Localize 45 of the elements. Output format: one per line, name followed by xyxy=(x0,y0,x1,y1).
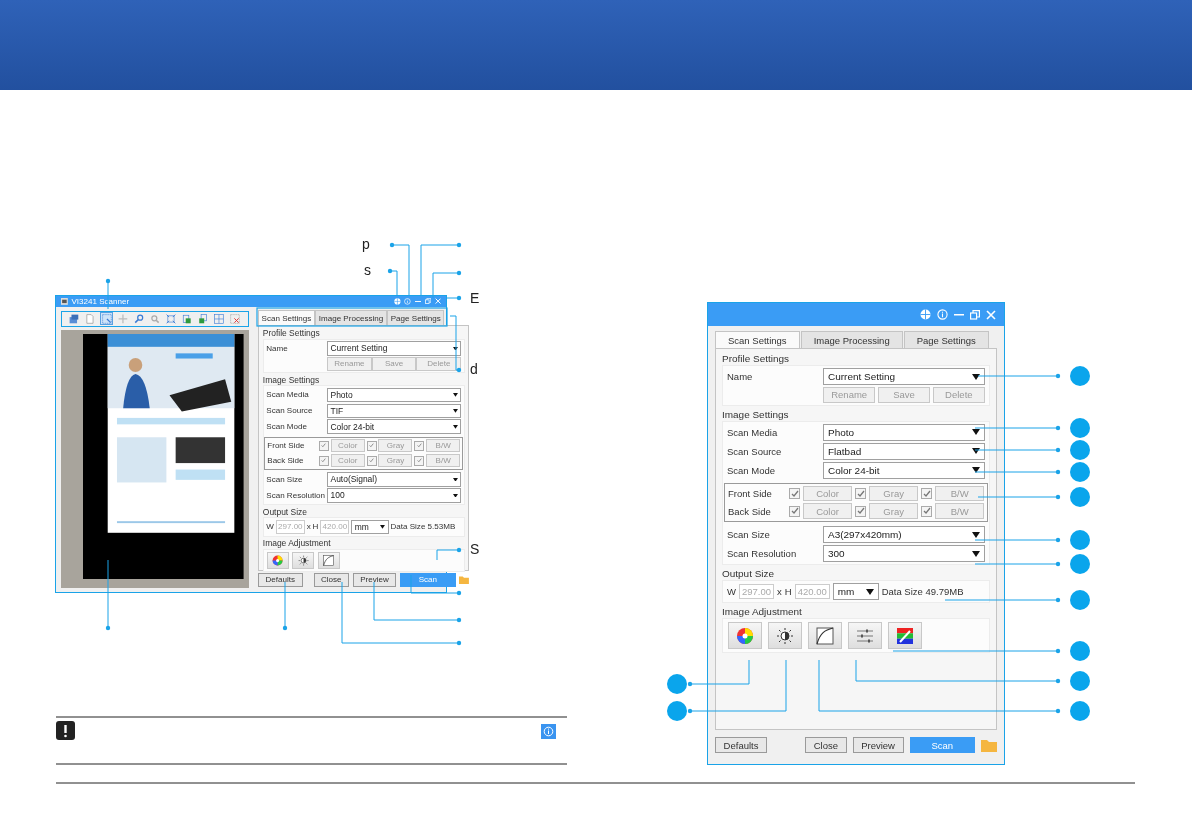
dropdown[interactable]: Photo xyxy=(327,387,462,403)
callout-letter: p xyxy=(362,237,370,251)
field-label: H xyxy=(784,586,792,598)
dropdown[interactable]: Auto(Signal) xyxy=(327,472,462,487)
times-label: x xyxy=(777,586,782,598)
group-title: Image Settings xyxy=(722,408,790,420)
field-label: Name xyxy=(727,371,754,383)
profile-dropdown[interactable]: Current Setting xyxy=(327,341,462,356)
profile-dropdown[interactable]: Current Setting xyxy=(823,368,985,386)
field-label: Scan Size xyxy=(727,529,771,541)
dropdown[interactable]: Color 24-bit xyxy=(823,461,985,479)
dropdown[interactable]: Color 24-bit xyxy=(327,419,462,435)
dropdown[interactable]: 100 xyxy=(327,488,462,503)
group-title: Image Adjustment xyxy=(722,606,803,618)
group-title: Profile Settings xyxy=(722,353,791,365)
tab[interactable]: Scan Settings xyxy=(715,331,800,349)
group-title: Image Settings xyxy=(262,374,321,385)
callout-letter: S xyxy=(470,542,480,556)
field-label: Back Side xyxy=(728,505,772,517)
data-size-text: Data Size 49.79MB xyxy=(881,586,964,598)
field-label: Scan Mode xyxy=(727,464,777,476)
dropdown[interactable]: A3(297x420mm) xyxy=(823,526,985,544)
dropdown[interactable]: Flatbad xyxy=(823,442,985,460)
group-title: Output Size xyxy=(262,506,308,517)
callout-letter: s xyxy=(364,263,371,277)
dropdown[interactable]: TIF xyxy=(327,403,462,419)
group-title: Profile Settings xyxy=(262,328,321,339)
callout-letter: E xyxy=(470,291,480,305)
field-label: W xyxy=(727,586,736,598)
footer-button[interactable]: Close xyxy=(805,736,847,754)
group-title: Output Size xyxy=(722,568,776,580)
field-label: Scan Source xyxy=(727,445,783,457)
callout-letter: d xyxy=(470,362,478,376)
tab[interactable]: Page Settings xyxy=(903,331,989,349)
field-label: Scan Media xyxy=(727,426,779,438)
dropdown[interactable]: Photo xyxy=(823,423,985,441)
footer-button[interactable]: Preview xyxy=(852,736,904,754)
footer-button[interactable]: Defaults xyxy=(715,736,768,754)
field-label: Scan Resolution xyxy=(727,548,798,560)
field-label: Front Side xyxy=(728,488,773,500)
unit-dropdown[interactable]: mm xyxy=(832,583,879,601)
tab[interactable]: Image Processing xyxy=(800,331,903,349)
group-title: Image Adjustment xyxy=(262,538,332,549)
dropdown[interactable]: 300 xyxy=(823,545,985,563)
unit-dropdown[interactable]: mm xyxy=(351,519,389,535)
